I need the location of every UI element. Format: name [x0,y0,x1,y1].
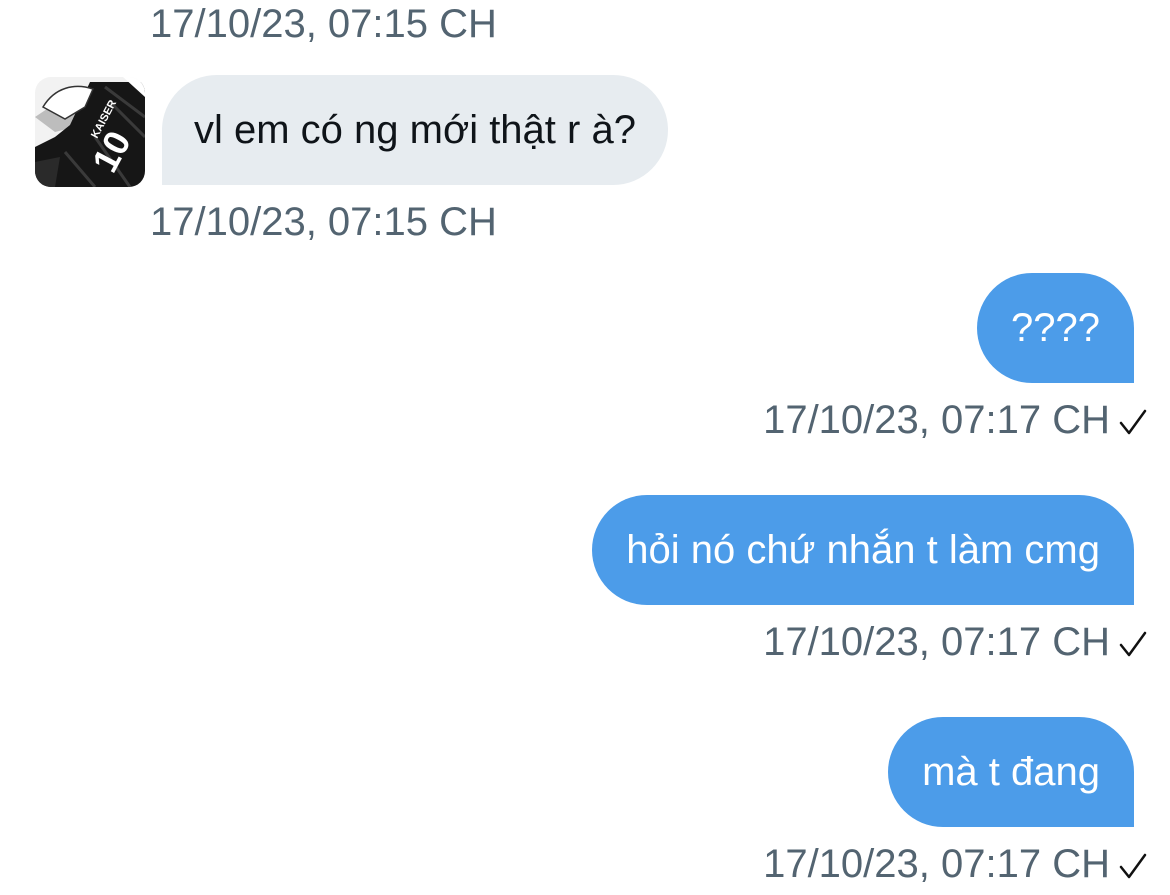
message-timestamp: 17/10/23, 07:17 CH [763,620,1110,664]
message-timestamp: 17/10/23, 07:15 CH [150,2,497,46]
checkmark-sent-icon [1119,631,1147,657]
message-bubble-outgoing[interactable]: hỏi nó chứ nhắn t làm cmg [592,495,1134,605]
message-timestamp: 17/10/23, 07:15 CH [150,200,497,244]
message-bubble-outgoing[interactable]: mà t đang [888,717,1134,827]
message-text: mà t đang [922,749,1100,794]
message-text: hỏi nó chứ nhắn t làm cmg [626,527,1100,572]
sender-avatar[interactable]: KAISER 10 [35,77,145,187]
message-bubble-incoming[interactable]: vl em có ng mới thật r à? [162,75,668,185]
checkmark-sent-icon [1119,853,1147,879]
message-text: ???? [1011,305,1100,350]
message-timestamp: 17/10/23, 07:17 CH [763,842,1110,886]
message-timestamp: 17/10/23, 07:17 CH [763,398,1110,442]
checkmark-sent-icon [1119,409,1147,435]
message-bubble-outgoing[interactable]: ???? [977,273,1134,383]
avatar-image: KAISER 10 [35,77,145,187]
message-text: vl em có ng mới thật r à? [194,107,636,152]
